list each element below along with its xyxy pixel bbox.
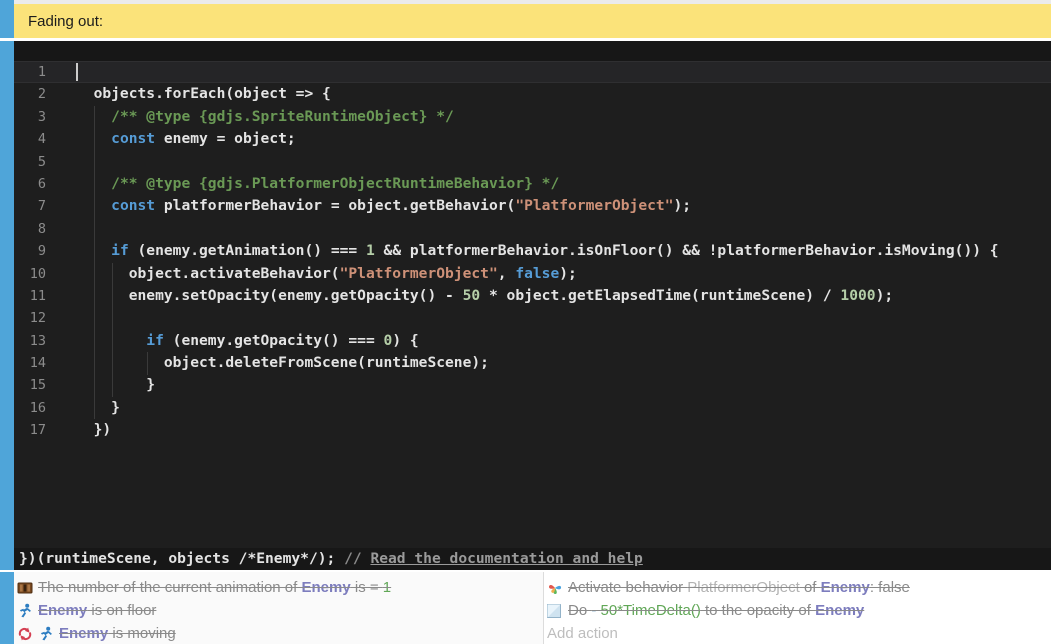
comment-text: Fading out: (28, 13, 103, 30)
code-lines: 12 objects.forEach(object => {3 /** @typ… (14, 61, 1051, 442)
add-action-button[interactable]: Add action (544, 622, 1051, 644)
object-name: Enemy (821, 579, 870, 596)
code-line: 11 enemy.setOpacity(enemy.getOpacity() -… (14, 285, 1051, 307)
code-line: 1 (14, 61, 1051, 83)
invert-icon (17, 626, 33, 642)
animation-icon (17, 580, 33, 596)
code-line: 8 (14, 218, 1051, 240)
code-wrapper-header: (function(runtimeScene, objects /*Enemy*… (14, 41, 1051, 61)
code-text: object.activateBehavior("PlatformerObjec… (46, 263, 577, 285)
line-number: 15 (14, 374, 46, 396)
code-wrapper-footer-text: })(runtimeScene, objects /*Enemy*/); (19, 550, 344, 567)
code-text (46, 218, 76, 240)
line-number: 11 (14, 285, 46, 307)
code-text (46, 307, 76, 329)
code-text: const enemy = object; (46, 128, 296, 150)
action-row-text: Activate behavior PlatformerObject of En… (568, 579, 910, 596)
code-text: } (46, 374, 155, 396)
line-number: 17 (14, 419, 46, 441)
condition-row[interactable]: Enemy is moving (14, 622, 543, 644)
code-text: /** @type {gdjs.PlatformerObjectRuntimeB… (46, 173, 559, 195)
behavior-icon (547, 580, 563, 596)
code-line: 14 object.deleteFromScene(runtimeScene); (14, 352, 1051, 374)
object-name: Enemy (59, 625, 108, 642)
code-text (46, 151, 76, 173)
condition-row[interactable]: Enemy is on floor (14, 599, 543, 622)
runner-icon (38, 626, 54, 642)
documentation-link[interactable]: Read the documentation and help (370, 550, 642, 567)
line-number: 8 (14, 218, 46, 240)
line-number: 1 (14, 61, 46, 83)
runner-icon (17, 603, 33, 619)
event-separator (0, 38, 1051, 41)
object-name: Enemy (301, 579, 350, 596)
code-line: 10 object.activateBehavior("PlatformerOb… (14, 263, 1051, 285)
condition-row-text: The number of the current animation of E… (38, 579, 391, 596)
conditions-actions-event: The number of the current animation of E… (14, 572, 1051, 644)
js-code-event[interactable]: (function(runtimeScene, objects /*Enemy*… (14, 41, 1051, 570)
gdevelop-event-sheet: Fading out: (function(runtimeScene, obje… (0, 0, 1051, 644)
condition-row[interactable]: The number of the current animation of E… (14, 576, 543, 599)
line-number: 12 (14, 307, 46, 329)
conditions-column: The number of the current animation of E… (14, 572, 543, 644)
text-cursor (76, 63, 78, 81)
line-number: 9 (14, 240, 46, 262)
line-number: 14 (14, 352, 46, 374)
action-row[interactable]: Activate behavior PlatformerObject of En… (544, 576, 1051, 599)
code-wrapper-footer: })(runtimeScene, objects /*Enemy*/); // … (14, 548, 1051, 570)
action-row[interactable]: Do - 50*TimeDelta() to the opacity of En… (544, 599, 1051, 622)
code-text: } (46, 397, 120, 419)
code-text: /** @type {gdjs.SpriteRuntimeObject} */ (46, 106, 454, 128)
code-text: object.deleteFromScene(runtimeScene); (46, 352, 489, 374)
line-number: 2 (14, 83, 46, 105)
line-number: 7 (14, 195, 46, 217)
code-line: 9 if (enemy.getAnimation() === 1 && plat… (14, 240, 1051, 262)
code-text: if (enemy.getOpacity() === 0) { (46, 330, 419, 352)
code-text: }) (46, 419, 111, 441)
line-number: 13 (14, 330, 46, 352)
code-text (46, 61, 76, 83)
event-separator (0, 570, 1051, 572)
condition-row-text: Enemy is moving (59, 625, 176, 642)
code-line: 15 } (14, 374, 1051, 396)
js-code-editor[interactable]: 12 objects.forEach(object => {3 /** @typ… (14, 61, 1051, 548)
condition-row-text: Enemy is on floor (38, 602, 156, 619)
code-line: 13 if (enemy.getOpacity() === 0) { (14, 330, 1051, 352)
event-selection-stripe (0, 0, 14, 644)
code-line: 17 }) (14, 419, 1051, 441)
code-line: 4 const enemy = object; (14, 128, 1051, 150)
code-line: 12 (14, 307, 1051, 329)
code-line: 6 /** @type {gdjs.PlatformerObjectRuntim… (14, 173, 1051, 195)
line-number: 4 (14, 128, 46, 150)
code-text: enemy.setOpacity(enemy.getOpacity() - 50… (46, 285, 893, 307)
opacity-icon (547, 603, 563, 619)
actions-column: Activate behavior PlatformerObject of En… (544, 572, 1051, 644)
code-text: const platformerBehavior = object.getBeh… (46, 195, 691, 217)
object-name: Enemy (38, 602, 87, 619)
comment-slashes: // (344, 550, 370, 567)
code-line: 7 const platformerBehavior = object.getB… (14, 195, 1051, 217)
code-line: 2 objects.forEach(object => { (14, 83, 1051, 105)
comment-event[interactable]: Fading out: (14, 4, 1051, 38)
line-number: 16 (14, 397, 46, 419)
line-number: 5 (14, 151, 46, 173)
object-name: Enemy (815, 602, 864, 619)
action-row-text: Do - 50*TimeDelta() to the opacity of En… (568, 602, 864, 619)
line-number: 6 (14, 173, 46, 195)
code-line: 16 } (14, 397, 1051, 419)
code-text: objects.forEach(object => { (46, 83, 331, 105)
code-line: 5 (14, 151, 1051, 173)
code-text: if (enemy.getAnimation() === 1 && platfo… (46, 240, 999, 262)
code-line: 3 /** @type {gdjs.SpriteRuntimeObject} *… (14, 106, 1051, 128)
line-number: 3 (14, 106, 46, 128)
line-number: 10 (14, 263, 46, 285)
